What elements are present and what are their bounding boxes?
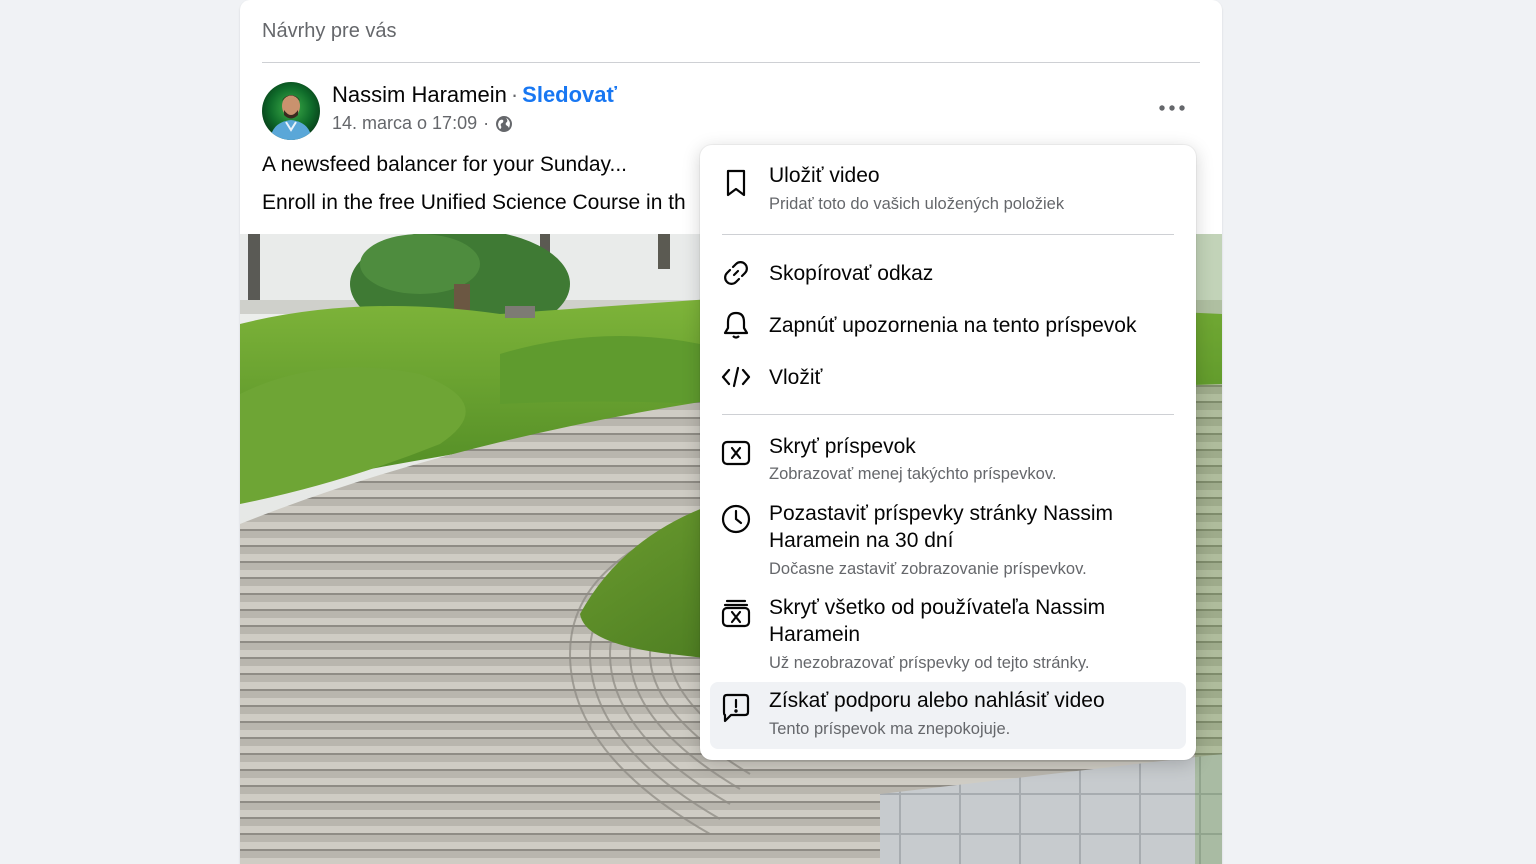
menu-item-save-video[interactable]: Uložiť video Pridať toto do vašich ulože… bbox=[710, 157, 1186, 227]
menu-item-title: Uložiť video bbox=[769, 164, 880, 187]
menu-item-notifications[interactable]: Zapnúť upozornenia na tento príspevok bbox=[710, 301, 1186, 349]
menu-item-subtitle: Už nezobrazovať príspevky od tejto strán… bbox=[769, 654, 1090, 672]
menu-item-hide-all[interactable]: Skryť všetko od používateľa Nassim Haram… bbox=[710, 589, 1186, 681]
clock-icon bbox=[720, 503, 752, 535]
menu-item-hide-post[interactable]: Skryť príspevok Zobrazovať menej takýcht… bbox=[710, 427, 1186, 493]
close-box-icon bbox=[720, 437, 752, 469]
post-options-menu: Uložiť video Pridať toto do vašich ulože… bbox=[700, 145, 1196, 760]
post-text-line-1: A newsfeed balancer for your Sunday... bbox=[262, 153, 627, 176]
menu-item-report[interactable]: Získať podporu alebo nahlásiť video Tent… bbox=[710, 682, 1186, 749]
menu-item-copy-link[interactable]: Skopírovať odkaz bbox=[710, 249, 1186, 297]
link-icon bbox=[720, 257, 752, 289]
post-text-line-2: Enroll in the free Unified Science Cours… bbox=[262, 191, 686, 214]
menu-item-subtitle: Zobrazovať menej takýchto príspevkov. bbox=[769, 465, 1057, 483]
code-icon bbox=[720, 361, 752, 393]
menu-item-snooze[interactable]: Pozastaviť príspevky stránky Nassim Hara… bbox=[710, 495, 1186, 587]
globe-icon[interactable] bbox=[495, 115, 513, 133]
meta-separator: · bbox=[483, 113, 490, 133]
menu-item-title: Skryť všetko od používateľa Nassim Haram… bbox=[769, 596, 1106, 646]
menu-item-title: Vložiť bbox=[769, 366, 823, 389]
report-icon bbox=[720, 692, 752, 724]
menu-item-title: Zapnúť upozornenia na tento príspevok bbox=[769, 314, 1137, 337]
author-line: Nassim Haramein · Sledovať bbox=[332, 82, 617, 108]
follow-button[interactable]: Sledovať bbox=[522, 82, 617, 107]
author-name[interactable]: Nassim Haramein bbox=[332, 82, 507, 107]
menu-item-subtitle: Pridať toto do vašich uložených položiek bbox=[769, 195, 1065, 213]
menu-item-title: Skopírovať odkaz bbox=[769, 262, 934, 285]
hide-all-icon bbox=[720, 597, 752, 629]
menu-item-subtitle: Dočasne zastaviť zobrazovanie príspevkov… bbox=[769, 560, 1087, 578]
menu-item-title: Získať podporu alebo nahlásiť video bbox=[769, 689, 1105, 712]
more-options-button[interactable] bbox=[1152, 88, 1192, 128]
post-timestamp[interactable]: 14. marca o 17:09 bbox=[332, 113, 477, 134]
bell-icon bbox=[720, 309, 752, 341]
header-divider bbox=[262, 62, 1200, 63]
menu-item-embed[interactable]: Vložiť bbox=[710, 353, 1186, 401]
bookmark-icon bbox=[720, 167, 752, 199]
more-horizontal-icon bbox=[1159, 105, 1185, 111]
menu-divider bbox=[722, 414, 1174, 415]
menu-item-title: Pozastaviť príspevky stránky Nassim Hara… bbox=[769, 502, 1113, 552]
author-separator: · bbox=[510, 82, 519, 107]
menu-item-subtitle: Tento príspevok ma znepokojuje. bbox=[769, 720, 1011, 738]
suggestions-heading: Návrhy pre vás bbox=[262, 20, 397, 42]
menu-divider bbox=[722, 234, 1174, 235]
author-avatar[interactable] bbox=[262, 82, 320, 140]
menu-item-title: Skryť príspevok bbox=[769, 435, 916, 458]
post-meta: 14. marca o 17:09 · bbox=[332, 113, 513, 134]
